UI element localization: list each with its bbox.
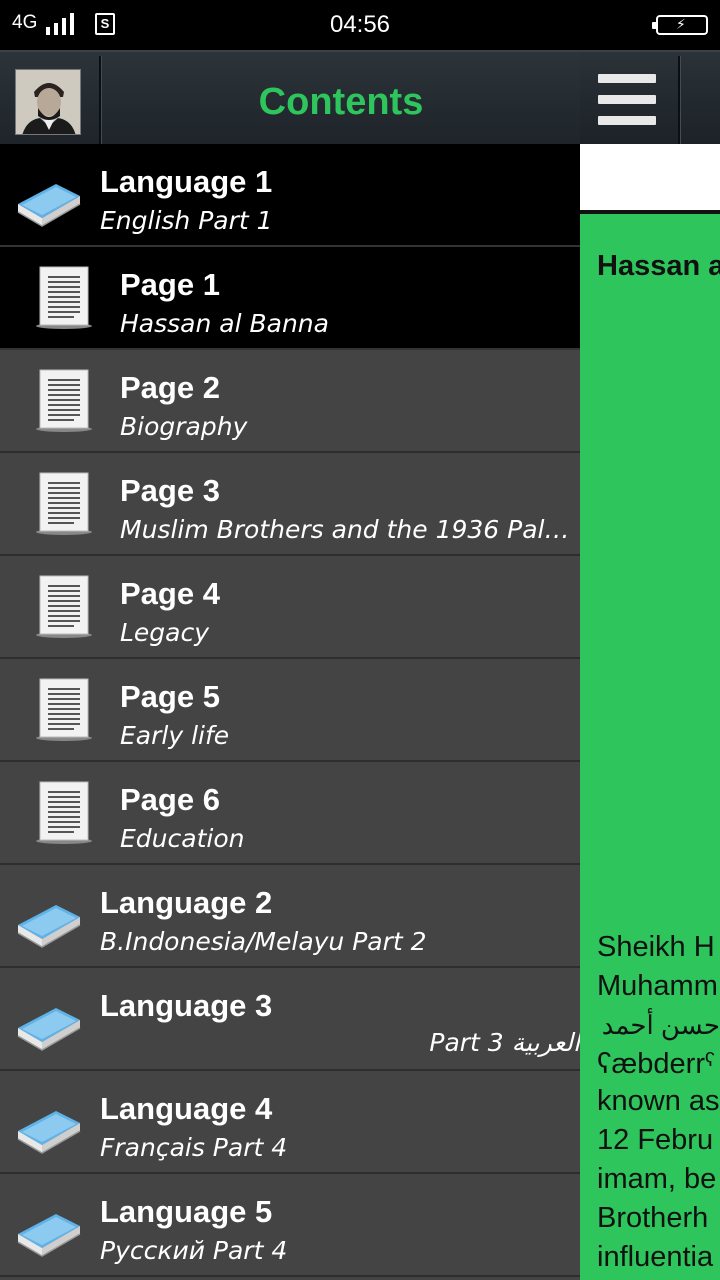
body-line: influentia xyxy=(597,1241,714,1273)
item-subtitle: B.Indonesia/Melayu Part 2 xyxy=(100,927,427,956)
clock: 04:56 xyxy=(329,11,391,38)
item-subtitle: Muslim Brothers and the 1936 Palestine r… xyxy=(120,515,576,544)
body-line: حسن أحمد عبد الرحمن محمد البنا xyxy=(597,1010,720,1040)
list-item-page-1[interactable]: Page 1 Hassan al Banna xyxy=(0,247,580,350)
list-item-language-3[interactable]: Language 3 العربية Part 3 xyxy=(0,968,580,1071)
item-subtitle: Early life xyxy=(120,721,230,750)
list-item-page-4[interactable]: Page 4 Legacy xyxy=(0,556,580,659)
article-heading: Hassan a xyxy=(597,250,720,282)
item-subtitle: Biography xyxy=(120,412,248,441)
item-subtitle: Legacy xyxy=(120,618,210,647)
body-line: Muhamm xyxy=(597,970,718,1002)
item-subtitle: Education xyxy=(120,824,245,853)
book-icon xyxy=(17,1008,81,1051)
item-title: Language 3 xyxy=(100,988,273,1023)
drawer-title: Contents xyxy=(258,81,424,123)
body-line: ʕæbderrˤ xyxy=(597,1048,716,1080)
hamburger-icon[interactable] xyxy=(598,74,656,126)
drawer-header: Contents xyxy=(0,50,580,144)
article-body: Sheikh H Muhamm حسن أحمد عبد الرحمن محمد… xyxy=(597,928,720,1277)
list-item-language-1[interactable]: Language 1 English Part 1 xyxy=(0,144,580,247)
contents-list: Language 1 English Part 1 Page 1 Hassan … xyxy=(0,144,580,1277)
item-subtitle: Русский Part 4 xyxy=(100,1236,288,1265)
book-icon xyxy=(17,184,81,227)
item-title: Language 4 xyxy=(100,1091,273,1126)
content-pane: Hassan a Sheikh H Muhamm حسن أحمد عبد ال… xyxy=(580,50,720,1280)
item-title: Page 6 xyxy=(120,782,220,817)
body-line: Sheikh H xyxy=(597,931,715,963)
body-line: imam, be xyxy=(597,1163,717,1195)
body-line: known as xyxy=(597,1085,720,1117)
list-item-page-3[interactable]: Page 3 Muslim Brothers and the 1936 Pale… xyxy=(0,453,580,556)
list-item-language-2[interactable]: Language 2 B.Indonesia/Melayu Part 2 xyxy=(0,865,580,968)
item-title: Language 2 xyxy=(100,885,273,920)
document-icon xyxy=(36,266,92,329)
toolbar-divider xyxy=(678,56,680,144)
item-title: Page 5 xyxy=(120,679,220,714)
battery-charging-icon: ⚡ xyxy=(652,15,708,35)
ad-banner xyxy=(580,144,720,214)
item-title: Page 2 xyxy=(120,370,220,405)
content-toolbar xyxy=(580,50,720,144)
header-divider xyxy=(99,56,101,144)
list-item-language-4[interactable]: Language 4 Français Part 4 xyxy=(0,1071,580,1174)
item-subtitle: Hassan al Banna xyxy=(120,309,329,338)
document-icon xyxy=(36,678,92,741)
book-icon xyxy=(17,905,81,948)
list-item-page-6[interactable]: Page 6 Education xyxy=(0,762,580,865)
item-title: Language 5 xyxy=(100,1194,273,1229)
item-title: Page 4 xyxy=(120,576,220,611)
status-bar: 4G S 04:56 ⚡ xyxy=(0,0,720,50)
avatar xyxy=(15,69,81,135)
body-line: 12 Febru xyxy=(597,1124,714,1156)
document-icon xyxy=(36,369,92,432)
list-item-page-2[interactable]: Page 2 Biography xyxy=(0,350,580,453)
item-title: Page 3 xyxy=(120,473,220,508)
item-title: Page 1 xyxy=(120,267,220,302)
list-item-page-5[interactable]: Page 5 Early life xyxy=(0,659,580,762)
item-title: Language 1 xyxy=(100,164,273,199)
body-line: Brotherh xyxy=(597,1202,709,1234)
list-item-language-5[interactable]: Language 5 Русский Part 4 xyxy=(0,1174,580,1277)
item-subtitle: العربية Part 3 xyxy=(429,1028,580,1057)
navigation-drawer: Contents Language 1 English Part 1 Page … xyxy=(0,50,580,1280)
item-subtitle: English Part 1 xyxy=(100,206,273,235)
book-icon xyxy=(17,1214,81,1257)
item-subtitle: Français Part 4 xyxy=(100,1133,288,1162)
book-icon xyxy=(17,1111,81,1154)
document-icon xyxy=(36,781,92,844)
document-icon xyxy=(36,472,92,535)
document-icon xyxy=(36,575,92,638)
